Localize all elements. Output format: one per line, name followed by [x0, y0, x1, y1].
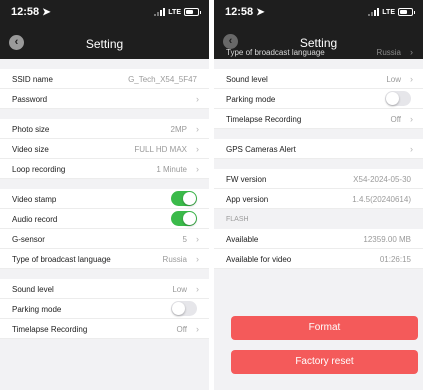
row-value: Russia	[162, 255, 187, 264]
network-type: LTE	[168, 8, 181, 16]
network-type: LTE	[382, 8, 395, 16]
row-value: Low	[172, 285, 187, 294]
app-version-row: App version 1.4.5(20240614)	[214, 189, 423, 209]
chevron-right-icon: ›	[196, 94, 199, 104]
row-label: Type of broadcast language	[226, 48, 325, 57]
fw-version-row: FW version X54-2024-05-30	[214, 169, 423, 189]
row-label: Parking mode	[12, 305, 62, 314]
row-value: 01:26:15	[379, 255, 411, 264]
row-value: 12359.00 MB	[363, 235, 411, 244]
row-label: Sound level	[226, 75, 268, 84]
row-label: GPS Cameras Alert	[226, 145, 296, 154]
row-value: Russia	[376, 48, 401, 57]
location-arrow-icon: ➤	[42, 7, 51, 18]
sound-level-row[interactable]: Sound level Low ›	[214, 69, 423, 89]
timelapse-row[interactable]: Timelapse Recording Off ›	[214, 109, 423, 129]
status-time: 12:58	[225, 6, 254, 18]
available-video-row: Available for video 01:26:15	[214, 249, 423, 269]
flash-section-header: FLASH	[214, 209, 423, 229]
chevron-right-icon: ›	[196, 144, 199, 154]
chevron-right-icon: ›	[196, 234, 199, 244]
gps-alert-row[interactable]: GPS Cameras Alert ›	[214, 139, 423, 159]
signal-icon	[154, 8, 166, 16]
row-label: Timelapse Recording	[226, 115, 302, 124]
page-title: Setting	[85, 37, 124, 51]
row-label: Available	[226, 235, 259, 244]
status-bar: 12:58 ➤ LTE	[214, 0, 423, 26]
signal-icon	[368, 8, 380, 16]
header-bar: 12:58 ➤ LTE ‹ Setting	[0, 0, 209, 59]
audio-record-row: Audio record	[0, 209, 209, 229]
row-label: Type of broadcast language	[12, 255, 111, 264]
header-bar: 12:58 ➤ LTE ‹ Setting Type of broadcast …	[214, 0, 423, 59]
video-stamp-row: Video stamp	[0, 189, 209, 209]
row-label: Sound level	[12, 285, 54, 294]
row-label: SSID name	[12, 75, 53, 84]
left-phone-screen: 12:58 ➤ LTE ‹ Setting SSID name G_Tech_X…	[0, 0, 209, 390]
row-value: Off	[390, 115, 401, 124]
location-arrow-icon: ➤	[256, 7, 265, 18]
loop-recording-row[interactable]: Loop recording 1 Minute ›	[0, 159, 209, 179]
row-value: 5	[182, 235, 187, 244]
row-label: Available for video	[226, 255, 292, 264]
parking-mode-toggle[interactable]	[385, 91, 411, 106]
broadcast-language-row-clipped[interactable]: Type of broadcast language Russia ›	[214, 44, 423, 59]
row-value: 1 Minute	[156, 165, 187, 174]
chevron-right-icon: ›	[196, 284, 199, 294]
photo-size-row[interactable]: Photo size 2MP ›	[0, 119, 209, 139]
timelapse-row[interactable]: Timelapse Recording Off ›	[0, 319, 209, 339]
chevron-right-icon: ›	[410, 144, 413, 154]
battery-icon	[398, 8, 415, 16]
parking-mode-row: Parking mode	[0, 299, 209, 319]
broadcast-language-row[interactable]: Type of broadcast language Russia ›	[0, 249, 209, 269]
format-button[interactable]: Format	[231, 316, 418, 340]
status-bar: 12:58 ➤ LTE	[0, 0, 209, 26]
row-label: Password	[12, 95, 48, 104]
g-sensor-row[interactable]: G-sensor 5 ›	[0, 229, 209, 249]
row-label: Video stamp	[12, 195, 57, 204]
row-label: Timelapse Recording	[12, 325, 88, 334]
chevron-right-icon: ›	[410, 47, 413, 57]
row-label: Photo size	[12, 125, 50, 134]
settings-list: Sound level Low › Parking mode Timelapse…	[214, 59, 423, 269]
row-label: G-sensor	[12, 235, 45, 244]
factory-reset-button[interactable]: Factory reset	[231, 350, 418, 374]
available-row: Available 12359.00 MB	[214, 229, 423, 249]
row-label: Loop recording	[12, 165, 66, 174]
chevron-right-icon: ›	[410, 74, 413, 84]
row-value: G_Tech_X54_5F47	[128, 75, 197, 84]
chevron-right-icon: ›	[410, 114, 413, 124]
row-value: 2MP	[170, 125, 187, 134]
row-label: FW version	[226, 175, 267, 184]
section-label: FLASH	[226, 216, 249, 223]
sound-level-row[interactable]: Sound level Low ›	[0, 279, 209, 299]
ssid-row[interactable]: SSID name G_Tech_X54_5F47	[0, 69, 209, 89]
row-label: Parking mode	[226, 95, 276, 104]
row-value: FULL HD MAX	[134, 145, 187, 154]
row-value: 1.4.5(20240614)	[352, 195, 411, 204]
chevron-right-icon: ›	[196, 324, 199, 334]
settings-list: SSID name G_Tech_X54_5F47 Password › Pho…	[0, 59, 209, 339]
video-size-row[interactable]: Video size FULL HD MAX ›	[0, 139, 209, 159]
chevron-right-icon: ›	[196, 254, 199, 264]
row-label: App version	[226, 195, 269, 204]
row-value: X54-2024-05-30	[353, 175, 411, 184]
parking-mode-row: Parking mode	[214, 89, 423, 109]
row-value: Low	[386, 75, 401, 84]
chevron-right-icon: ›	[196, 164, 199, 174]
row-value: Off	[176, 325, 187, 334]
password-row[interactable]: Password ›	[0, 89, 209, 109]
video-stamp-toggle[interactable]	[171, 191, 197, 206]
status-time: 12:58	[11, 6, 40, 18]
battery-icon	[184, 8, 201, 16]
right-phone-screen: 12:58 ➤ LTE ‹ Setting Type of broadcast …	[214, 0, 423, 390]
row-label: Audio record	[12, 215, 58, 224]
audio-record-toggle[interactable]	[171, 211, 197, 226]
chevron-right-icon: ›	[196, 124, 199, 134]
parking-mode-toggle[interactable]	[171, 301, 197, 316]
row-label: Video size	[12, 145, 49, 154]
